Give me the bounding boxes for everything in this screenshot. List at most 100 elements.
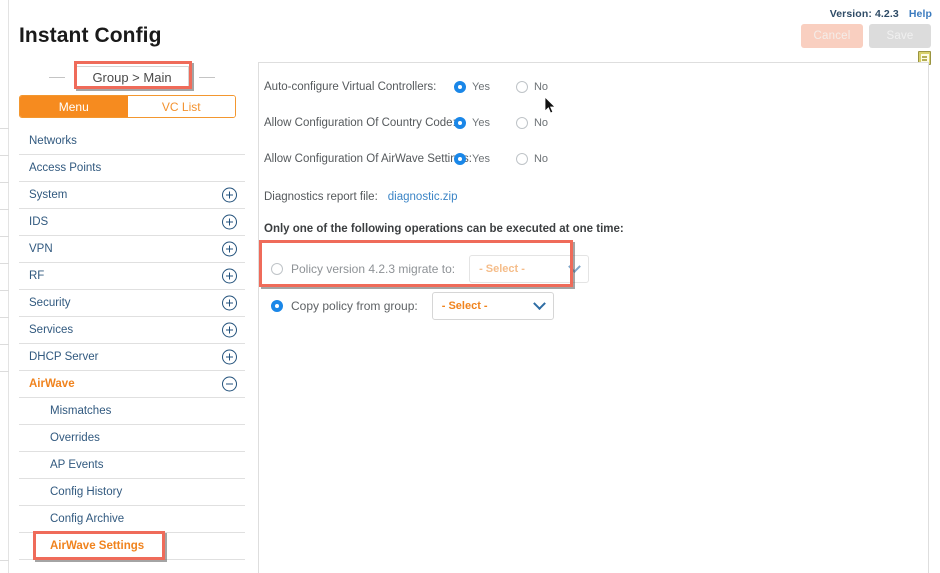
help-link[interactable]: Help — [909, 8, 932, 20]
tab-vc-list[interactable]: VC List — [128, 96, 236, 117]
sidebar-item-label: Networks — [29, 135, 77, 147]
sidebar-item-label: Config Archive — [50, 513, 124, 525]
cancel-button[interactable]: Cancel — [801, 24, 863, 48]
copy-policy-row: Copy policy from group: - Select - — [271, 292, 554, 320]
radio-off-icon[interactable] — [516, 153, 528, 165]
radio-on-icon[interactable] — [454, 81, 466, 93]
left-gutter — [0, 0, 9, 573]
version-help-bar: Version: 4.2.3 Help — [830, 8, 932, 20]
sidebar-item-label: IDS — [29, 216, 48, 228]
airwave-settings-label: Allow Configuration Of AirWave Settings: — [264, 153, 454, 165]
instant-config-page: Version: 4.2.3 Help Cancel Save Instant … — [0, 0, 940, 573]
radio-off-icon[interactable] — [516, 117, 528, 129]
breadcrumb-dash-left — [49, 77, 65, 79]
sidebar-item-label: RF — [29, 270, 44, 282]
save-button[interactable]: Save — [869, 24, 931, 48]
auto-configure-vc-radios: Yes No — [454, 81, 548, 93]
sidebar-item-services[interactable]: Services — [19, 317, 245, 344]
sidebar-item-config-history[interactable]: Config History — [19, 479, 245, 506]
sidebar-item-airwave[interactable]: AirWave — [19, 371, 245, 398]
plus-icon[interactable] — [222, 242, 237, 257]
sidebar-item-ap-events[interactable]: AP Events — [19, 452, 245, 479]
diagnostic-zip-link[interactable]: diagnostic.zip — [388, 191, 458, 203]
sidebar-tabs: Menu VC List — [19, 95, 236, 118]
auto-configure-vc-label: Auto-configure Virtual Controllers: — [264, 81, 454, 93]
country-code-yes[interactable]: Yes — [454, 117, 490, 129]
plus-icon[interactable] — [222, 323, 237, 338]
radio-label: No — [534, 117, 548, 129]
sidebar-item-label: AirWave — [29, 378, 75, 390]
action-buttons: Cancel Save — [801, 24, 931, 48]
sidebar-item-config-archive[interactable]: Config Archive — [19, 506, 245, 533]
sidebar-item-system[interactable]: System — [19, 182, 245, 209]
copy-policy-dropdown-value: - Select - — [442, 300, 488, 312]
sidebar-item-vpn[interactable]: VPN — [19, 236, 245, 263]
copy-policy-radio[interactable] — [271, 300, 283, 312]
sidebar-item-label: Access Points — [29, 162, 101, 174]
plus-icon[interactable] — [222, 188, 237, 203]
radio-label: No — [534, 81, 548, 93]
airwave-settings-no[interactable]: No — [516, 153, 548, 165]
sidebar-item-rf[interactable]: RF — [19, 263, 245, 290]
policy-migrate-label: Policy version 4.2.3 migrate to: — [291, 262, 455, 276]
chevron-down-icon — [533, 297, 546, 310]
sidebar-item-label: Mismatches — [50, 405, 111, 417]
plus-icon[interactable] — [222, 296, 237, 311]
operations-note: Only one of the following operations can… — [264, 223, 624, 235]
sidebar-item-label: AirWave Settings — [50, 540, 144, 552]
policy-migrate-dropdown-value: - Select - — [479, 263, 525, 275]
minus-icon[interactable] — [222, 377, 237, 392]
sidebar-item-label: System — [29, 189, 67, 201]
radio-label: Yes — [472, 153, 490, 165]
plus-icon[interactable] — [222, 269, 237, 284]
sidebar-item-dhcp-server[interactable]: DHCP Server — [19, 344, 245, 371]
sidebar-item-label: VPN — [29, 243, 53, 255]
radio-on-icon[interactable] — [454, 117, 466, 129]
sidebar-item-airwave-settings[interactable]: AirWave Settings — [19, 533, 245, 560]
radio-label: No — [534, 153, 548, 165]
airwave-settings-row: Allow Configuration Of AirWave Settings:… — [264, 153, 548, 165]
auto-configure-vc-row: Auto-configure Virtual Controllers: Yes … — [264, 81, 548, 93]
diagnostics-row: Diagnostics report file: diagnostic.zip — [264, 191, 457, 203]
copy-policy-dropdown[interactable]: - Select - — [432, 292, 554, 320]
mouse-cursor-icon — [545, 97, 557, 115]
plus-icon[interactable] — [222, 350, 237, 365]
sidebar-item-security[interactable]: Security — [19, 290, 245, 317]
tab-menu[interactable]: Menu — [20, 96, 128, 117]
breadcrumb: Group > Main — [19, 64, 245, 91]
breadcrumb-dash-right — [199, 77, 215, 79]
airwave-settings-yes[interactable]: Yes — [454, 153, 490, 165]
copy-policy-label: Copy policy from group: — [291, 299, 418, 313]
radio-label: Yes — [472, 81, 490, 93]
breadcrumb-label[interactable]: Group > Main — [75, 66, 188, 89]
policy-migrate-radio[interactable] — [271, 263, 283, 275]
sidebar-item-label: Config History — [50, 486, 122, 498]
plus-icon[interactable] — [222, 215, 237, 230]
sidebar-item-mismatches[interactable]: Mismatches — [19, 398, 245, 425]
radio-off-icon[interactable] — [516, 81, 528, 93]
airwave-settings-radios: Yes No — [454, 153, 548, 165]
sidebar-item-networks[interactable]: Networks — [19, 128, 245, 155]
country-code-label: Allow Configuration Of Country Code: — [264, 117, 454, 129]
sidebar-item-label: Services — [29, 324, 73, 336]
country-code-row: Allow Configuration Of Country Code: Yes… — [264, 117, 548, 129]
auto-configure-vc-yes[interactable]: Yes — [454, 81, 490, 93]
sidebar-item-label: Overrides — [50, 432, 100, 444]
sidebar-item-overrides[interactable]: Overrides — [19, 425, 245, 452]
sidebar-item-label: DHCP Server — [29, 351, 98, 363]
radio-label: Yes — [472, 117, 490, 129]
policy-migrate-row: Policy version 4.2.3 migrate to: - Selec… — [271, 255, 589, 283]
radio-on-icon[interactable] — [454, 153, 466, 165]
page-title: Instant Config — [19, 24, 162, 48]
policy-migrate-dropdown[interactable]: - Select - — [469, 255, 589, 283]
sidebar-item-ids[interactable]: IDS — [19, 209, 245, 236]
auto-configure-vc-no[interactable]: No — [516, 81, 548, 93]
chevron-down-icon — [568, 260, 581, 273]
sidebar-item-label: AP Events — [50, 459, 104, 471]
sidebar-item-access-points[interactable]: Access Points — [19, 155, 245, 182]
country-code-radios: Yes No — [454, 117, 548, 129]
country-code-no[interactable]: No — [516, 117, 548, 129]
sidebar-item-label: Security — [29, 297, 71, 309]
main-content-panel: Auto-configure Virtual Controllers: Yes … — [258, 62, 929, 573]
diagnostics-label: Diagnostics report file: — [264, 191, 378, 203]
